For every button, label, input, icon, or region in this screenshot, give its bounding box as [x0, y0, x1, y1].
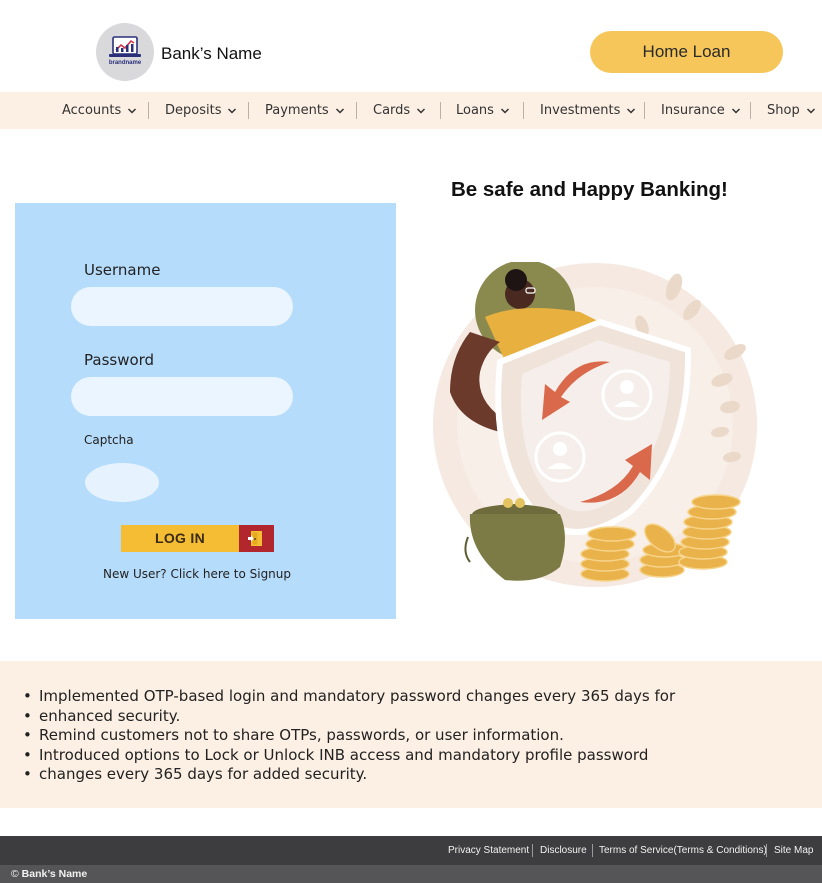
nav-divider [440, 102, 441, 119]
nav-divider [750, 102, 751, 119]
copyright-name: Bank’s Name [21, 868, 88, 880]
signup-link[interactable]: New User? Click here to Signup [15, 567, 379, 581]
chevron-down-icon [500, 107, 509, 114]
nav-divider [356, 102, 357, 119]
password-input[interactable] [71, 377, 293, 416]
username-input[interactable] [71, 287, 293, 326]
footer-divider [766, 844, 767, 857]
list-item: Implemented OTP-based login and mandator… [21, 687, 675, 707]
nav-item-label: Accounts [62, 103, 122, 118]
nav-divider [523, 102, 524, 119]
chevron-down-icon [731, 107, 740, 114]
chart-laptop-logo-icon: brandname [109, 36, 142, 66]
list-item: changes every 365 days for added securit… [21, 765, 675, 785]
list-item: Introduced options to Lock or Unlock INB… [21, 746, 675, 766]
nav-divider [644, 102, 645, 119]
brand-logo[interactable]: brandname [96, 23, 154, 81]
footer-divider [532, 844, 533, 857]
footer-link-privacy[interactable]: Privacy Statement [448, 836, 529, 865]
list-item: Remind customers not to share OTPs, pass… [21, 726, 675, 746]
page-tagline: Be safe and Happy Banking! [451, 178, 728, 201]
nav-divider [248, 102, 249, 119]
chevron-down-icon [228, 107, 237, 114]
nav-item-label: Insurance [661, 103, 725, 118]
door-exit-icon [239, 525, 274, 552]
bank-name: Bank’s Name [161, 44, 262, 63]
footer-link-terms[interactable]: Terms of Service(Terms & Conditions) [599, 836, 767, 865]
nav-divider [148, 102, 149, 119]
chevron-down-icon [335, 107, 344, 114]
footer-links: Privacy Statement Disclosure Terms of Se… [0, 836, 822, 865]
nav-item-investments[interactable]: Investments [540, 92, 636, 129]
nav-item-label: Cards [373, 103, 411, 118]
notes-list: Implemented OTP-based login and mandator… [21, 687, 675, 785]
captcha-input[interactable] [85, 463, 159, 502]
security-notes: Implemented OTP-based login and mandator… [0, 661, 822, 808]
footer-copyright: © Bank’s Name [0, 865, 822, 883]
nav-item-label: Shop [767, 103, 800, 118]
footer-divider [592, 844, 593, 857]
security-illustration [430, 260, 760, 592]
login-button-label: LOG IN [154, 530, 206, 546]
chevron-down-icon [627, 107, 636, 114]
nav-item-loans[interactable]: Loans [456, 92, 510, 129]
nav-item-payments[interactable]: Payments [265, 92, 345, 129]
nav-item-cards[interactable]: Cards [373, 92, 426, 129]
footer-link-disclosure[interactable]: Disclosure [540, 836, 587, 865]
footer-link-sitemap[interactable]: Site Map [774, 836, 813, 865]
copyright-text: © Bank’s Name [11, 865, 87, 883]
nav-item-label: Investments [540, 103, 621, 118]
nav-item-insurance[interactable]: Insurance [661, 92, 741, 129]
nav-item-label: Deposits [165, 103, 222, 118]
password-label: Password [84, 351, 155, 369]
chevron-down-icon [806, 107, 815, 114]
site-header: brandname Bank’s Name Home Loan [0, 0, 822, 92]
chevron-down-icon [417, 107, 426, 114]
nav-item-accounts[interactable]: Accounts [62, 92, 137, 129]
login-panel: Username Password Captcha LOG IN New Use… [15, 203, 396, 619]
nav-item-shop[interactable]: Shop [767, 92, 816, 129]
nav-item-deposits[interactable]: Deposits [165, 92, 237, 129]
svg-text:brandname: brandname [109, 60, 142, 66]
username-label: Username [84, 261, 161, 279]
nav-item-label: Payments [265, 103, 329, 118]
nav-item-label: Loans [456, 103, 494, 118]
chevron-down-icon [128, 107, 137, 114]
login-button[interactable]: LOG IN [121, 525, 274, 552]
copyright-symbol: © [11, 868, 19, 880]
list-item: enhanced security. [21, 707, 675, 727]
home-loan-button[interactable]: Home Loan [590, 31, 783, 73]
captcha-label: Captcha [84, 433, 134, 447]
main-nav: Accounts Deposits Payments Cards Loans I… [0, 92, 822, 129]
